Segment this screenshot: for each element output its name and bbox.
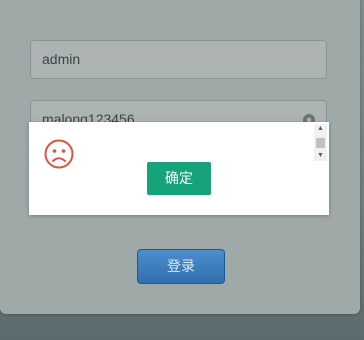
login-button[interactable]: 登录 <box>137 249 225 284</box>
dialog-scrollbar[interactable]: ▲ ▼ <box>314 124 327 161</box>
username-input[interactable]: admin <box>30 40 327 79</box>
scroll-down-arrow-icon[interactable]: ▼ <box>314 151 327 161</box>
confirm-button[interactable]: 确定 <box>147 162 211 195</box>
username-value: admin <box>42 51 81 67</box>
scroll-up-arrow-icon[interactable]: ▲ <box>314 124 327 134</box>
alert-dialog: 确定 ▲ ▼ <box>29 122 329 215</box>
scroll-thumb[interactable] <box>316 138 325 148</box>
sad-face-icon <box>44 139 74 169</box>
